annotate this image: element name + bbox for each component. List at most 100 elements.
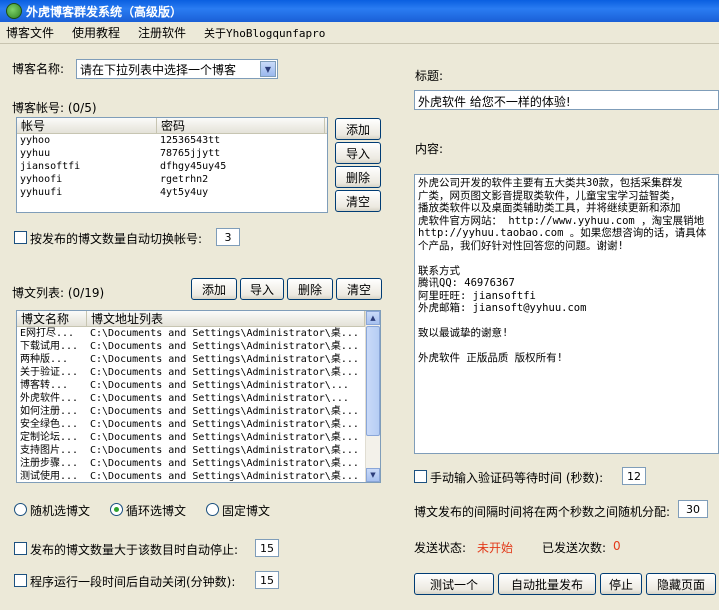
accounts-col-password[interactable]: 密码	[157, 118, 325, 133]
title-input[interactable]: 外虎软件 给您不一样的体验!	[414, 90, 719, 110]
accounts-header: 帐号 密码	[17, 118, 327, 134]
account-cell: yyhuu	[20, 148, 51, 159]
app-icon	[6, 3, 22, 19]
table-row[interactable]: yyhoofi rgetrhn2	[17, 173, 327, 186]
stop-button[interactable]: 停止	[600, 573, 642, 595]
table-row[interactable]: yyhuufi 4yt5y4uy	[17, 186, 327, 199]
article-path-cell: C:\Documents and Settings\Administrator\…	[90, 367, 359, 378]
account-delete-button[interactable]: 删除	[335, 166, 381, 188]
account-cell: jiansoftfi	[20, 161, 81, 172]
content-text: 外虎公司开发的软件主要有五大类共30款，包括采集群发 广类，网页图文影音提取类软…	[418, 177, 707, 364]
article-import-button[interactable]: 导入	[240, 278, 284, 300]
status-value: 未开始	[477, 541, 514, 555]
article-path-cell: C:\Documents and Settings\Administrator\…	[90, 354, 359, 365]
table-row[interactable]: E网打尽... C:\Documents and Settings\Adminis…	[17, 327, 380, 340]
menu-bar: 博客文件 使用教程 注册软件 关于YhoBlogqunfapro	[0, 22, 719, 44]
article-name-cell: 两种版...	[20, 354, 69, 365]
accounts-list[interactable]: 帐号 密码 yyhoo 12536543tt yyhuu 78765jjytt ji…	[16, 117, 328, 213]
password-cell: dfhgy45uy45	[160, 161, 227, 172]
article-path-cell: C:\Documents and Settings\Administrator\…	[90, 471, 359, 482]
table-row[interactable]: 外虎软件... C:\Documents and Settings\Adminis…	[17, 392, 380, 405]
menu-register[interactable]: 注册软件	[132, 24, 198, 41]
mode-random-label: 随机选博文	[30, 504, 91, 518]
menu-tutorial[interactable]: 使用教程	[66, 24, 132, 41]
scroll-up-icon[interactable]: ▲	[366, 311, 380, 325]
article-path-cell: C:\Documents and Settings\Administrator\…	[90, 432, 359, 443]
auto-close-label: 程序运行一段时间后自动关闭(分钟数):	[30, 575, 236, 589]
table-row[interactable]: 注册步骤... C:\Documents and Settings\Adminis…	[17, 457, 380, 470]
interval-input[interactable]: 30	[678, 500, 708, 518]
accounts-col-account[interactable]: 帐号	[17, 118, 157, 133]
title-bar: 外虎博客群发系统（高级版）	[0, 0, 719, 22]
scroll-down-icon[interactable]: ▼	[366, 468, 380, 482]
table-row[interactable]: yyhuu 78765jjytt	[17, 147, 327, 160]
test-button[interactable]: 测试一个	[414, 573, 494, 595]
mode-random-radio[interactable]	[14, 503, 27, 516]
mode-loop-label: 循环选博文	[126, 504, 187, 518]
article-name-cell: 下载试用...	[20, 341, 79, 352]
menu-file[interactable]: 博客文件	[0, 24, 66, 41]
article-path-cell: C:\Documents and Settings\Administrator\…	[90, 341, 359, 352]
mode-fixed-label: 固定博文	[222, 504, 271, 518]
article-add-button[interactable]: 添加	[191, 278, 237, 300]
table-row[interactable]: yyhoo 12536543tt	[17, 134, 327, 147]
article-path-cell: C:\Documents and Settings\Administrator\…	[90, 419, 359, 430]
article-clear-button[interactable]: 清空	[336, 278, 382, 300]
account-cell: yyhoo	[20, 135, 51, 146]
auto-close-input[interactable]: 15	[255, 571, 279, 589]
status-label: 发送状态:	[414, 541, 467, 555]
table-row[interactable]: 如何注册... C:\Documents and Settings\Adminis…	[17, 405, 380, 418]
blog-name-label: 博客名称:	[12, 62, 65, 76]
table-row[interactable]: jiansoftfi dfhgy45uy45	[17, 160, 327, 173]
article-name-cell: 注册步骤...	[20, 458, 79, 469]
hide-page-button[interactable]: 隐藏页面	[646, 573, 716, 595]
captcha-wait-input[interactable]: 12	[622, 467, 646, 485]
article-delete-button[interactable]: 删除	[287, 278, 333, 300]
article-path-cell: C:\Documents and Settings\Administrator\…	[90, 380, 349, 391]
blog-name-select[interactable]: 请在下拉列表中选择一个博客 ▼	[76, 59, 278, 79]
captcha-wait-label: 手动输入验证码等待时间 (秒数):	[430, 471, 604, 485]
table-row[interactable]: 测试使用... C:\Documents and Settings\Adminis…	[17, 470, 380, 482]
account-clear-button[interactable]: 清空	[335, 190, 381, 212]
account-import-button[interactable]: 导入	[335, 142, 381, 164]
chevron-down-icon[interactable]: ▼	[260, 61, 276, 77]
article-name-cell: 外虎软件...	[20, 393, 79, 404]
table-row[interactable]: 博客转... C:\Documents and Settings\Administ…	[17, 379, 380, 392]
mode-fixed-radio[interactable]	[206, 503, 219, 516]
table-row[interactable]: 定制论坛... C:\Documents and Settings\Adminis…	[17, 431, 380, 444]
article-name-cell: 测试使用...	[20, 471, 79, 482]
content-textarea[interactable]: 外虎公司开发的软件主要有五大类共30款，包括采集群发 广类，网页图文影音提取类软…	[414, 174, 719, 454]
article-path-cell: C:\Documents and Settings\Administrator\…	[90, 458, 359, 469]
table-row[interactable]: 支持图片... C:\Documents and Settings\Adminis…	[17, 444, 380, 457]
blog-name-selected: 请在下拉列表中选择一个博客	[80, 62, 237, 77]
articles-col-path[interactable]: 博文地址列表	[87, 311, 365, 326]
table-row[interactable]: 安全绿色... C:\Documents and Settings\Adminis…	[17, 418, 380, 431]
auto-close-checkbox[interactable]	[14, 574, 27, 587]
article-name-cell: 博客转...	[20, 380, 69, 391]
menu-about[interactable]: 关于YhoBlogqunfapro	[198, 25, 337, 41]
password-cell: 78765jjytt	[160, 148, 221, 159]
table-row[interactable]: 下载试用... C:\Documents and Settings\Adminis…	[17, 340, 380, 353]
password-cell: rgetrhn2	[160, 174, 209, 185]
mode-loop-radio[interactable]	[110, 503, 123, 516]
auto-switch-input[interactable]: 3	[216, 228, 240, 246]
auto-switch-label: 按发布的博文数量自动切换帐号:	[30, 232, 203, 246]
account-add-button[interactable]: 添加	[335, 118, 381, 140]
password-cell: 12536543tt	[160, 135, 221, 146]
auto-publish-button[interactable]: 自动批量发布	[498, 573, 596, 595]
article-name-cell: 支持图片...	[20, 445, 79, 456]
articles-scrollbar[interactable]: ▲ ▼	[365, 311, 380, 482]
auto-stop-checkbox[interactable]	[14, 542, 27, 555]
articles-col-name[interactable]: 博文名称	[17, 311, 87, 326]
auto-switch-checkbox[interactable]	[14, 231, 27, 244]
articles-list[interactable]: 博文名称 博文地址列表 E网打尽... C:\Documents and Sett…	[16, 310, 381, 483]
auto-stop-input[interactable]: 15	[255, 539, 279, 557]
table-row[interactable]: 两种版... C:\Documents and Settings\Administ…	[17, 353, 380, 366]
content-field-label: 内容:	[415, 142, 444, 156]
account-cell: yyhoofi	[20, 174, 63, 185]
article-name-cell: 关于验证...	[20, 367, 79, 378]
captcha-wait-checkbox[interactable]	[414, 470, 427, 483]
article-path-cell: C:\Documents and Settings\Administrator\…	[90, 445, 359, 456]
table-row[interactable]: 关于验证... C:\Documents and Settings\Adminis…	[17, 366, 380, 379]
scroll-thumb[interactable]	[366, 326, 380, 436]
